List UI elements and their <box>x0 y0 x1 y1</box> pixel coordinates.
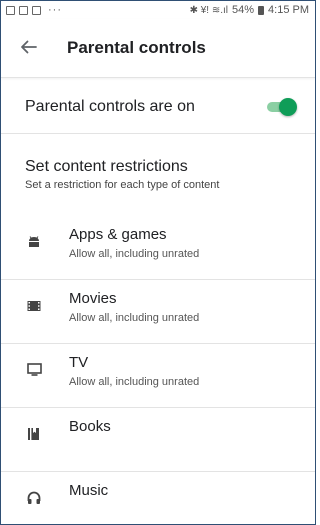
arrow-left-icon[interactable] <box>1 39 53 58</box>
android-icon-svg <box>29 236 39 247</box>
image-icon <box>32 5 41 15</box>
list-item-label: Music <box>69 482 109 499</box>
app-bar: Parental controls <box>1 19 315 78</box>
list-item-label: Books <box>69 418 111 435</box>
list-item-apps-games[interactable]: Apps & games Allow all, including unrate… <box>1 216 315 280</box>
film-icon <box>1 290 69 317</box>
list-item-text: Apps & games Allow all, including unrate… <box>69 226 199 260</box>
toggle-label: Parental controls are on <box>25 97 195 115</box>
parental-controls-toggle-row[interactable]: Parental controls are on <box>1 80 315 134</box>
switch-thumb <box>279 97 297 116</box>
list-item-text: Movies Allow all, including unrated <box>69 290 199 324</box>
list-item-text: Music <box>69 482 108 499</box>
connectivity-icons: ✱ ¥! ≋.ıl <box>189 4 228 16</box>
list-item-subtitle: Allow all, including unrated <box>69 248 200 260</box>
list-item-tv[interactable]: TV Allow all, including unrated <box>1 344 315 408</box>
list-item-movies[interactable]: Movies Allow all, including unrated <box>1 280 315 344</box>
list-item-text: Books <box>69 418 111 435</box>
tv-icon-svg <box>27 363 42 376</box>
status-bar-right: ✱ ¥! ≋.ıl 54% 4:15 PM <box>190 4 309 16</box>
status-bar-left: ··· <box>6 4 62 16</box>
page-title: Parental controls <box>67 38 206 57</box>
content-restrictions-header: Set content restrictions Set a restricti… <box>1 134 315 216</box>
book-icon-svg <box>28 428 39 440</box>
battery-percent: 54% <box>232 4 255 16</box>
list-item-label: Apps & games <box>69 226 167 243</box>
list-item-text: TV Allow all, including unrated <box>69 354 199 388</box>
battery-icon <box>258 5 265 15</box>
list-item-label: TV <box>69 354 89 371</box>
list-item-label: Movies <box>69 290 117 307</box>
clock: 4:15 PM <box>268 4 309 16</box>
list-item-books[interactable]: Books <box>1 408 315 472</box>
parental-controls-switch[interactable] <box>265 97 297 116</box>
list-item-subtitle: Allow all, including unrated <box>69 376 200 388</box>
status-bar: ··· ✱ ¥! ≋.ıl 54% 4:15 PM <box>1 1 315 19</box>
list-item-music[interactable]: Music <box>1 472 315 524</box>
film-icon-svg <box>27 301 41 311</box>
more-notifications-dots: ··· <box>48 4 62 16</box>
headphones-icon-svg <box>27 491 41 504</box>
section-subtitle: Set a restriction for each type of conte… <box>25 179 220 191</box>
section-title: Set content restrictions <box>25 158 188 175</box>
android-icon <box>1 226 69 253</box>
book-icon <box>1 418 69 446</box>
tv-icon <box>1 354 69 381</box>
notification-icon <box>6 5 15 15</box>
list-item-subtitle: Allow all, including unrated <box>69 312 200 324</box>
arrow-left-icon-svg <box>21 40 37 53</box>
restriction-list: Apps & games Allow all, including unrate… <box>1 216 315 524</box>
mail-icon <box>19 5 28 15</box>
headphones-icon <box>1 482 69 510</box>
phone-screen: ··· ✱ ¥! ≋.ıl 54% 4:15 PM Parental contr… <box>0 0 316 525</box>
